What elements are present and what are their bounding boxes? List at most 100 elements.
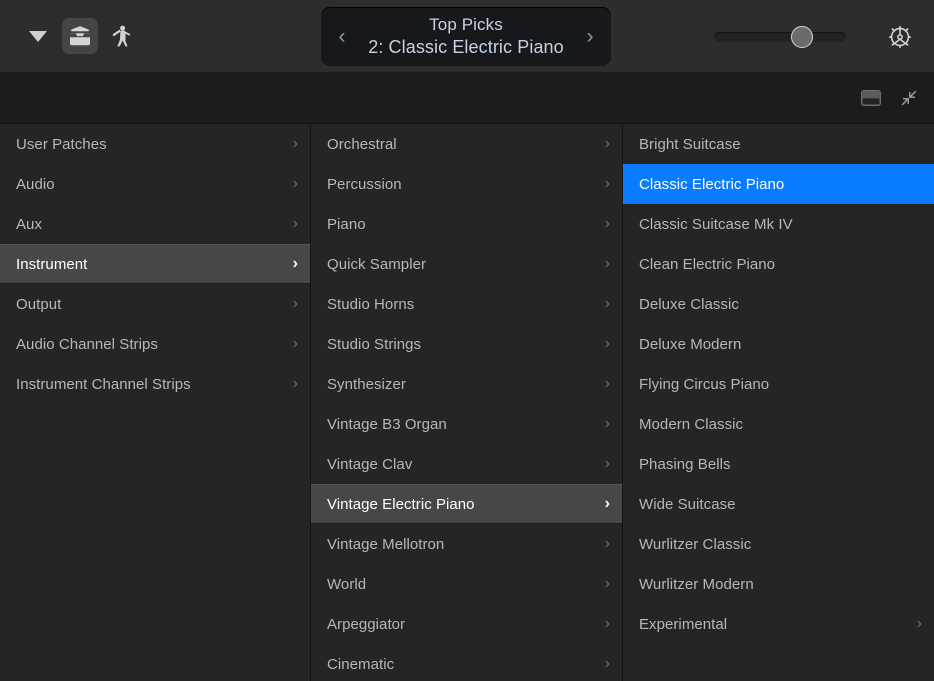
browser-row[interactable]: Studio Horns› <box>311 284 622 324</box>
browser-row[interactable]: Instrument Channel Strips› <box>0 364 310 404</box>
layout-panel-icon <box>860 88 882 108</box>
browser-row-label: Cinematic <box>327 656 597 673</box>
chevron-right-icon: › <box>605 256 610 272</box>
browser-row[interactable]: Aux › <box>0 204 310 244</box>
browser-row[interactable]: Wurlitzer Modern› <box>623 564 934 604</box>
browser-row-label: Output <box>16 296 285 313</box>
toolbar-left-buttons <box>0 18 140 54</box>
browser-row[interactable]: Modern Classic› <box>623 404 934 444</box>
browser-row-label: Wurlitzer Classic <box>639 536 909 553</box>
chevron-right-icon: › <box>605 576 610 592</box>
search-row-actions <box>858 73 922 123</box>
browser-row[interactable]: Audio› <box>0 164 310 204</box>
browser-row-label: Vintage Mellotron <box>327 536 597 553</box>
browser-row[interactable]: Vintage Electric Piano› <box>311 484 622 524</box>
gear-icon <box>887 24 913 50</box>
patch-current-name: 2: Classic Electric Piano <box>351 36 581 59</box>
library-button[interactable] <box>62 18 98 54</box>
browser-row[interactable]: Bright Suitcase› <box>623 124 934 164</box>
collapse-panel-button[interactable] <box>896 85 922 111</box>
browser-row-label: Vintage B3 Organ <box>327 416 597 433</box>
browser-row-label: Percussion <box>327 176 597 193</box>
browser-row-label: Instrument <box>16 256 285 273</box>
chevron-right-icon: › <box>605 496 610 512</box>
library-inbox-icon <box>68 25 92 47</box>
browser-row[interactable]: Vintage B3 Organ› <box>311 404 622 444</box>
browser-row[interactable]: Percussion› <box>311 164 622 204</box>
chevron-right-icon: › <box>293 216 298 232</box>
browser-row-label: Quick Sampler <box>327 256 597 273</box>
performer-button[interactable] <box>104 18 140 54</box>
browser-row[interactable]: Studio Strings › <box>311 324 622 364</box>
browser-row[interactable]: Clean Electric Piano› <box>623 244 934 284</box>
category-column[interactable]: User Patches›Audio› Aux › Instrument › Output… <box>0 124 311 681</box>
patch-column[interactable]: Bright Suitcase›Classic Electric Piano›C… <box>623 124 934 681</box>
patch-display-panel: ‹ Top Picks 2: Classic Electric Piano › <box>321 7 611 66</box>
patch-display-text: Top Picks 2: Classic Electric Piano <box>351 14 581 59</box>
browser-row-label: Studio Strings <box>327 336 597 353</box>
browser-row[interactable]: Orchestral › <box>311 124 622 164</box>
browser-row[interactable]: Instrument › <box>0 244 310 284</box>
browser-row[interactable]: Classic Suitcase Mk IV› <box>623 204 934 244</box>
chevron-right-icon: › <box>293 176 298 192</box>
browser-row[interactable]: Experimental› <box>623 604 934 644</box>
settings-button[interactable] <box>887 24 913 55</box>
patch-collection-name: Top Picks <box>351 14 581 36</box>
browser-row[interactable]: Output› <box>0 284 310 324</box>
browser-row-label: Deluxe Modern <box>639 336 909 353</box>
browser-row[interactable]: Wurlitzer Classic› <box>623 524 934 564</box>
browser-row[interactable]: Classic Electric Piano› <box>623 164 934 204</box>
browser-row[interactable]: Audio Channel Strips › <box>0 324 310 364</box>
browser-row[interactable]: Quick Sampler › <box>311 244 622 284</box>
browser-row[interactable]: World› <box>311 564 622 604</box>
next-patch-button[interactable]: › <box>581 26 599 47</box>
previous-patch-button[interactable]: ‹ <box>333 26 351 47</box>
browser-row-label: Clean Electric Piano <box>639 256 909 273</box>
browser-row[interactable]: Deluxe Classic› <box>623 284 934 324</box>
browser-row-label: Phasing Bells <box>639 456 909 473</box>
browser-row-label: Studio Horns <box>327 296 597 313</box>
disclosure-triangle-icon <box>29 31 47 42</box>
browser-row[interactable]: Vintage Clav › <box>311 444 622 484</box>
browser-row-label: Modern Classic <box>639 416 909 433</box>
browser-row-label: Piano <box>327 216 597 233</box>
browser-row-label: Orchestral <box>327 136 597 153</box>
volume-slider-knob[interactable] <box>791 26 813 48</box>
chevron-right-icon: › <box>605 216 610 232</box>
browser-row[interactable]: Phasing Bells› <box>623 444 934 484</box>
browser-row-label: Aux <box>16 216 285 233</box>
top-toolbar: ‹ Top Picks 2: Classic Electric Piano › <box>0 0 934 73</box>
browser-row-label: Wide Suitcase <box>639 496 909 513</box>
browser-row[interactable]: Piano › <box>311 204 622 244</box>
browser-row-label: Bright Suitcase <box>639 136 909 153</box>
browser-row-label: Wurlitzer Modern <box>639 576 909 593</box>
browser-row-label: Classic Suitcase Mk IV <box>639 216 909 233</box>
chevron-right-icon: › <box>605 616 610 632</box>
chevron-right-icon: › <box>293 336 298 352</box>
chevron-right-icon: › <box>605 336 610 352</box>
browser-row[interactable]: Synthesizer› <box>311 364 622 404</box>
chevron-right-icon: › <box>293 256 298 272</box>
browser-row[interactable]: Flying Circus Piano› <box>623 364 934 404</box>
browser-row-label: Flying Circus Piano <box>639 376 909 393</box>
chevron-right-icon: › <box>605 656 610 672</box>
browser-row[interactable]: Deluxe Modern› <box>623 324 934 364</box>
disclosure-triangle-button[interactable] <box>20 18 56 54</box>
browser-row-label: Vintage Clav <box>327 456 597 473</box>
browser-row-label: Arpeggiator <box>327 616 597 633</box>
chevron-right-icon: › <box>293 136 298 152</box>
browser-row[interactable]: Vintage Mellotron› <box>311 524 622 564</box>
chevron-right-icon: › <box>605 456 610 472</box>
browser-row[interactable]: Cinematic › <box>311 644 622 681</box>
browser-row[interactable]: Arpeggiator › <box>311 604 622 644</box>
toolbar-right-controls <box>714 0 934 73</box>
browser-row[interactable]: Wide Suitcase› <box>623 484 934 524</box>
view-layout-toggle-button[interactable] <box>858 85 884 111</box>
browser-row[interactable]: User Patches› <box>0 124 310 164</box>
volume-slider[interactable] <box>714 32 846 42</box>
chevron-right-icon: › <box>605 136 610 152</box>
subcategory-column[interactable]: Orchestral›Percussion›Piano›Quick Sample… <box>311 124 623 681</box>
chevron-right-icon: › <box>917 616 922 632</box>
collapse-arrows-icon <box>898 88 920 108</box>
browser-row-label: Audio Channel Strips <box>16 336 285 353</box>
